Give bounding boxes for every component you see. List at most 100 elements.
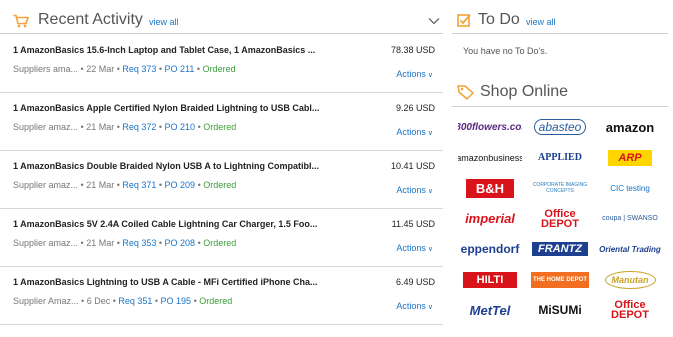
activity-row[interactable]: 1 AmazonBasics Apple Certified Nylon Bra… xyxy=(0,94,443,151)
actions-dropdown[interactable]: Actions ∨ xyxy=(396,301,433,311)
supplier-logo-arp[interactable]: ARP xyxy=(598,145,662,171)
requisition-link[interactable]: Req 351 xyxy=(118,296,152,306)
supplier-logo-label: FRANTZ xyxy=(532,242,588,256)
actions-label: Actions xyxy=(396,243,426,253)
supplier-logo-home-depot[interactable]: THE HOME DEPOT xyxy=(528,267,592,293)
activity-date: 21 Mar xyxy=(86,122,115,132)
supplier-logo-office-depot-2[interactable]: Office DEPOT xyxy=(598,297,662,323)
requisition-link[interactable]: Req 353 xyxy=(122,238,156,248)
purchase-order-link[interactable]: PO 209 xyxy=(165,180,196,190)
activity-row[interactable]: 1 AmazonBasics Double Braided Nylon USB … xyxy=(0,152,443,209)
activity-row[interactable]: 1 AmazonBasics 15.6-Inch Laptop and Tabl… xyxy=(0,36,443,93)
activity-title[interactable]: 1 AmazonBasics Apple Certified Nylon Bra… xyxy=(13,103,333,113)
activity-supplier: Supplier Amaz... xyxy=(13,296,79,306)
supplier-logo-abasteo[interactable]: abasteo xyxy=(528,114,592,140)
actions-dropdown[interactable]: Actions ∨ xyxy=(396,243,433,253)
supplier-logo-label: eppendorf xyxy=(460,242,520,256)
supplier-logo-label: MetTel xyxy=(469,302,511,318)
supplier-logo-applied[interactable]: APPLIED xyxy=(528,145,592,171)
actions-dropdown[interactable]: Actions ∨ xyxy=(396,185,433,195)
purchase-order-link[interactable]: PO 210 xyxy=(165,122,196,132)
supplier-logo-oriental-trading[interactable]: Oriental Trading xyxy=(598,236,662,262)
supplier-logo-label: abasteo xyxy=(533,119,587,135)
activity-title[interactable]: 1 AmazonBasics 15.6-Inch Laptop and Tabl… xyxy=(13,45,333,55)
chevron-down-icon: ∨ xyxy=(427,72,433,79)
supplier-logo-label: CORPORATE IMAGING CONCEPTS xyxy=(532,182,588,194)
actions-dropdown[interactable]: Actions ∨ xyxy=(396,127,433,137)
meta-separator: • xyxy=(78,296,87,306)
meta-separator: • xyxy=(156,64,165,74)
meta-separator: • xyxy=(156,238,165,248)
supplier-logo-label: Office DEPOT xyxy=(611,299,649,321)
supplier-logo-cic-testing[interactable]: CIC testing xyxy=(598,175,662,201)
supplier-logo-office-depot[interactable]: Office DEPOT xyxy=(528,206,592,232)
supplier-logo-mettel[interactable]: MetTel xyxy=(458,297,522,323)
meta-separator: • xyxy=(78,238,87,248)
supplier-logo-label: THE HOME DEPOT xyxy=(530,271,589,288)
chevron-down-icon[interactable] xyxy=(428,16,440,26)
activity-row[interactable]: 1 AmazonBasics Lightning to USB A Cable … xyxy=(0,268,443,325)
supplier-logo-hilti[interactable]: HILTI xyxy=(458,267,522,293)
activity-date: 22 Mar xyxy=(86,64,115,74)
activity-meta: Supplier amaz... • 21 Mar • Req 371 • PO… xyxy=(13,180,236,190)
activity-supplier: Supplier amaz... xyxy=(13,122,79,132)
requisition-link[interactable]: Req 372 xyxy=(122,122,156,132)
supplier-logo-eppendorf[interactable]: eppendorf xyxy=(458,236,522,262)
meta-separator: • xyxy=(156,180,165,190)
activity-title[interactable]: 1 AmazonBasics 5V 2.4A Coiled Cable Ligh… xyxy=(13,219,333,229)
actions-label: Actions xyxy=(396,69,426,79)
meta-separator: • xyxy=(78,180,87,190)
activity-title[interactable]: 1 AmazonBasics Lightning to USB A Cable … xyxy=(13,277,333,287)
shopping-cart-icon xyxy=(13,14,29,28)
purchase-order-link[interactable]: PO 211 xyxy=(165,64,195,74)
meta-separator: • xyxy=(195,180,204,190)
purchase-order-link[interactable]: PO 208 xyxy=(165,238,196,248)
todo-panel: To Do view all You have no To Do's. xyxy=(452,0,673,70)
actions-label: Actions xyxy=(396,185,426,195)
recent-activity-view-all-link[interactable]: view all xyxy=(149,17,179,27)
shop-online-header: Shop Online xyxy=(452,79,668,107)
activity-date: 21 Mar xyxy=(86,180,115,190)
meta-separator: • xyxy=(194,64,203,74)
supplier-logo-amazon-business[interactable]: amazonbusiness xyxy=(458,145,522,171)
supplier-logo-b-and-h[interactable]: B&H xyxy=(458,175,522,201)
supplier-logo-label: Manutan xyxy=(604,270,656,289)
requisition-link[interactable]: Req 373 xyxy=(122,64,156,74)
purchase-order-link[interactable]: PO 195 xyxy=(161,296,192,306)
status-badge: Ordered xyxy=(203,122,237,132)
supplier-logo-manutan[interactable]: Manutan xyxy=(598,267,662,293)
supplier-logo-1-800-flowers[interactable]: 1800flowers.com xyxy=(458,114,522,140)
activity-title[interactable]: 1 AmazonBasics Double Braided Nylon USB … xyxy=(13,161,333,171)
chevron-down-icon: ∨ xyxy=(427,304,433,311)
recent-activity-panel: Recent Activity view all 1 AmazonBasics … xyxy=(0,0,443,337)
todo-header: To Do view all xyxy=(452,6,668,34)
status-badge: Ordered xyxy=(203,238,237,248)
status-badge: Ordered xyxy=(199,296,233,306)
supplier-logo-label: imperial xyxy=(465,211,515,226)
activity-meta: Supplier Amaz... • 6 Dec • Req 351 • PO … xyxy=(13,296,232,306)
supplier-logo-coupa-swanson[interactable]: coupa | SWANSO xyxy=(598,206,662,232)
todo-view-all-link[interactable]: view all xyxy=(526,17,556,27)
activity-price: 10.41 USD xyxy=(390,161,435,171)
actions-dropdown[interactable]: Actions ∨ xyxy=(396,69,433,79)
meta-separator: • xyxy=(195,122,204,132)
status-badge: Ordered xyxy=(203,180,237,190)
activity-meta: Suppliers ama... • 22 Mar • Req 373 • PO… xyxy=(13,64,236,74)
activity-row[interactable]: 1 AmazonBasics 5V 2.4A Coiled Cable Ligh… xyxy=(0,210,443,267)
supplier-logo-label: coupa | SWANSO xyxy=(602,215,658,222)
activity-price: 78.38 USD xyxy=(390,45,435,55)
supplier-logo-corporate-imaging-concepts[interactable]: CORPORATE IMAGING CONCEPTS xyxy=(528,175,592,201)
todo-title: To Do xyxy=(478,11,520,28)
activity-price: 6.49 USD xyxy=(395,277,435,287)
supplier-logo-frantz[interactable]: FRANTZ xyxy=(528,236,592,262)
supplier-logo-misumi[interactable]: MiSUMi xyxy=(528,297,592,323)
recent-activity-header: Recent Activity view all xyxy=(0,6,443,34)
meta-separator: • xyxy=(195,238,204,248)
checkbox-icon xyxy=(457,14,471,27)
supplier-logo-imperial[interactable]: imperial xyxy=(458,206,522,232)
meta-separator: • xyxy=(191,296,200,306)
todo-empty-message: You have no To Do's. xyxy=(463,46,548,56)
activity-date: 21 Mar xyxy=(86,238,115,248)
supplier-logo-amazon[interactable]: amazon xyxy=(598,114,662,140)
requisition-link[interactable]: Req 371 xyxy=(122,180,156,190)
